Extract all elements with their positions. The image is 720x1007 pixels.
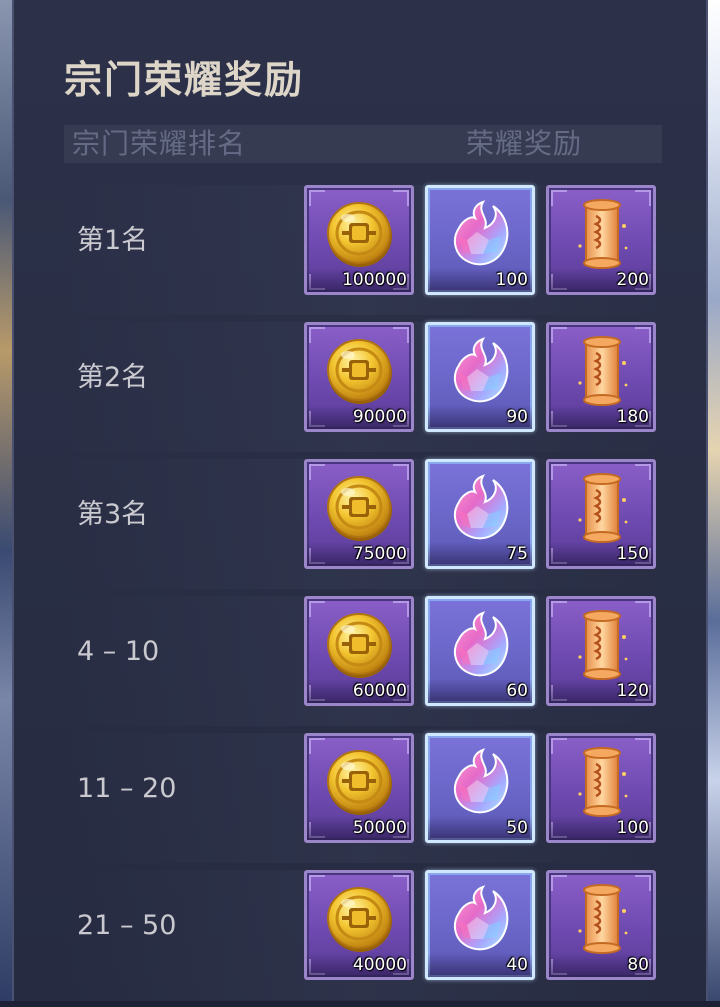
reward-item-gold-coin[interactable]: 40000 — [304, 870, 414, 980]
reward-item-scroll[interactable]: 80 — [546, 870, 656, 980]
reward-item-scroll[interactable]: 120 — [546, 596, 656, 706]
reward-row: 4 – 10 60000 60 120 — [0, 596, 720, 733]
rank-label: 4 – 10 — [77, 636, 160, 667]
crystal-flame-icon — [443, 881, 519, 957]
rank-label: 21 – 50 — [77, 910, 177, 941]
golden-scroll-icon — [564, 196, 640, 272]
reward-item-gold-coin[interactable]: 75000 — [304, 459, 414, 569]
gold-coin-icon — [322, 744, 398, 820]
crystal-flame-icon — [443, 196, 519, 272]
gold-coin-icon — [322, 881, 398, 957]
reward-item-crystal[interactable]: 50 — [425, 733, 535, 843]
item-quantity: 150 — [616, 544, 649, 564]
item-quantity: 60 — [506, 681, 528, 701]
rank-label: 第2名 — [77, 362, 149, 393]
gold-coin-icon — [322, 196, 398, 272]
item-quantity: 200 — [616, 270, 649, 290]
gold-coin-icon — [322, 333, 398, 409]
reward-item-scroll[interactable]: 200 — [546, 185, 656, 295]
reward-item-scroll[interactable]: 100 — [546, 733, 656, 843]
panel-title: 宗门荣耀奖励 — [64, 58, 305, 102]
reward-item-gold-coin[interactable]: 90000 — [304, 322, 414, 432]
item-quantity: 90 — [506, 407, 528, 427]
item-quantity: 75 — [506, 544, 528, 564]
item-quantity: 75000 — [352, 544, 407, 564]
reward-item-crystal[interactable]: 100 — [425, 185, 535, 295]
crystal-flame-icon — [443, 333, 519, 409]
reward-item-scroll[interactable]: 150 — [546, 459, 656, 569]
reward-row: 11 – 20 50000 50 100 — [0, 733, 720, 870]
item-quantity: 40 — [506, 955, 528, 975]
golden-scroll-icon — [564, 607, 640, 683]
item-quantity: 100 — [616, 818, 649, 838]
item-quantity: 100 — [495, 270, 528, 290]
header-reward-label: 荣耀奖励 — [466, 127, 583, 160]
item-quantity: 80 — [627, 955, 649, 975]
reward-item-gold-coin[interactable]: 50000 — [304, 733, 414, 843]
reward-item-crystal[interactable]: 90 — [425, 322, 535, 432]
crystal-flame-icon — [443, 744, 519, 820]
reward-item-gold-coin[interactable]: 100000 — [304, 185, 414, 295]
rank-label: 11 – 20 — [77, 773, 177, 804]
table-header: 宗门荣耀排名 荣耀奖励 — [64, 125, 662, 163]
reward-item-crystal[interactable]: 75 — [425, 459, 535, 569]
item-quantity: 100000 — [342, 270, 407, 290]
item-quantity: 50000 — [352, 818, 407, 838]
golden-scroll-icon — [564, 470, 640, 546]
crystal-flame-icon — [443, 470, 519, 546]
reward-item-scroll[interactable]: 180 — [546, 322, 656, 432]
item-quantity: 40000 — [352, 955, 407, 975]
golden-scroll-icon — [564, 333, 640, 409]
reward-item-crystal[interactable]: 60 — [425, 596, 535, 706]
rank-label: 第1名 — [77, 225, 149, 256]
gold-coin-icon — [322, 470, 398, 546]
reward-item-crystal[interactable]: 40 — [425, 870, 535, 980]
crystal-flame-icon — [443, 607, 519, 683]
reward-row: 第1名 100000 100 200 — [0, 185, 720, 322]
rank-label: 第3名 — [77, 499, 149, 530]
header-rank-label: 宗门荣耀排名 — [72, 127, 247, 160]
reward-item-gold-coin[interactable]: 60000 — [304, 596, 414, 706]
item-quantity: 60000 — [352, 681, 407, 701]
reward-row: 第2名 90000 90 180 — [0, 322, 720, 459]
golden-scroll-icon — [564, 881, 640, 957]
item-quantity: 50 — [506, 818, 528, 838]
item-quantity: 180 — [616, 407, 649, 427]
golden-scroll-icon — [564, 744, 640, 820]
item-quantity: 90000 — [352, 407, 407, 427]
gold-coin-icon — [322, 607, 398, 683]
item-quantity: 120 — [616, 681, 649, 701]
reward-row: 第3名 75000 75 150 — [0, 459, 720, 596]
reward-row: 21 – 50 40000 40 80 — [0, 870, 720, 1007]
